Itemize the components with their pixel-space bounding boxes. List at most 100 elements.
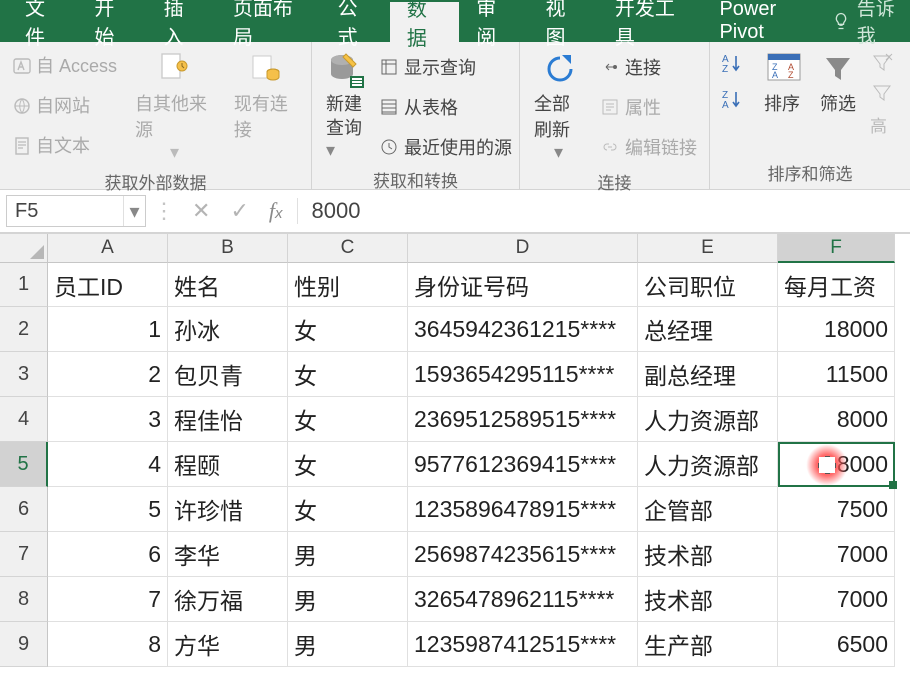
clear-filter-button[interactable] — [870, 52, 894, 72]
from-other-sources-button[interactable]: 自其他来源 ▾ — [129, 46, 220, 167]
colhead-D[interactable]: D — [408, 234, 638, 263]
sort-desc-button[interactable]: ZA — [720, 88, 748, 110]
advanced-filter-button[interactable]: 高 — [870, 112, 894, 137]
fx-button[interactable]: fx — [259, 198, 298, 224]
properties-button[interactable]: 属性 — [597, 92, 701, 122]
rowhead-9[interactable]: 9 — [0, 622, 48, 667]
rowhead-2[interactable]: 2 — [0, 307, 48, 352]
cell[interactable]: 1235987412515**** — [408, 622, 638, 667]
cell[interactable]: 男 — [288, 577, 408, 622]
select-all-corner[interactable] — [0, 234, 48, 263]
cell[interactable]: 副总经理 — [638, 352, 778, 397]
rowhead-3[interactable]: 3 — [0, 352, 48, 397]
cell[interactable]: 1235896478915**** — [408, 487, 638, 532]
cell[interactable]: 5 — [48, 487, 168, 532]
edit-links-button[interactable]: 编辑链接 — [597, 132, 701, 162]
colhead-E[interactable]: E — [638, 234, 778, 263]
cell[interactable]: 1 — [48, 307, 168, 352]
cell[interactable]: 孙冰 — [168, 307, 288, 352]
cell[interactable]: 企管部 — [638, 487, 778, 532]
tab-file[interactable]: 文件 — [8, 0, 77, 42]
from-text-button[interactable]: 自文本 — [8, 130, 121, 160]
rowhead-5[interactable]: 5 — [0, 442, 48, 487]
cell[interactable]: 徐万福 — [168, 577, 288, 622]
tell-me-search[interactable]: 告诉我 — [831, 0, 910, 42]
cell[interactable]: 8000 — [778, 397, 895, 442]
tab-developer[interactable]: 开发工具 — [598, 0, 703, 42]
cell[interactable]: 许珍惜 — [168, 487, 288, 532]
rowhead-6[interactable]: 6 — [0, 487, 48, 532]
cell[interactable]: 3 — [48, 397, 168, 442]
reapply-filter-button[interactable] — [870, 82, 894, 102]
connections-button[interactable]: 连接 — [597, 52, 701, 82]
rowhead-8[interactable]: 8 — [0, 577, 48, 622]
cell[interactable]: 人力资源部 — [638, 442, 778, 487]
cell[interactable]: 7000 — [778, 577, 895, 622]
rowhead-1[interactable]: 1 — [0, 263, 48, 307]
cell[interactable]: 程颐 — [168, 442, 288, 487]
new-query-button[interactable]: 新建 查询 ▾ — [320, 46, 368, 165]
from-web-button[interactable]: 自网站 — [8, 90, 121, 120]
cell[interactable]: 女 — [288, 397, 408, 442]
cell[interactable]: 女 — [288, 352, 408, 397]
cell[interactable]: 人力资源部 — [638, 397, 778, 442]
cell[interactable]: 3265478962115**** — [408, 577, 638, 622]
cell[interactable]: 8 — [48, 622, 168, 667]
cell[interactable]: 女 — [288, 487, 408, 532]
cell[interactable]: 6500 — [778, 622, 895, 667]
cell[interactable]: 18000 — [778, 307, 895, 352]
cell[interactable]: 公司职位 — [638, 263, 778, 307]
cell[interactable]: 11500 — [778, 352, 895, 397]
cell[interactable]: 7 — [48, 577, 168, 622]
name-box[interactable]: F5 ▾ — [6, 195, 146, 227]
cell[interactable]: 1593654295115**** — [408, 352, 638, 397]
tab-insert[interactable]: 插入 — [147, 0, 216, 42]
cell[interactable]: 生产部 — [638, 622, 778, 667]
cell[interactable]: 姓名 — [168, 263, 288, 307]
filter-button[interactable]: 筛选 — [814, 46, 862, 158]
cell[interactable]: 方华 — [168, 622, 288, 667]
cell[interactable]: 男 — [288, 532, 408, 577]
cell[interactable]: 7500 — [778, 487, 895, 532]
tab-review[interactable]: 审阅 — [459, 0, 528, 42]
tab-pagelayout[interactable]: 页面布局 — [216, 0, 321, 42]
spreadsheet-grid[interactable]: A B C D E F 1 员工ID 姓名 性别 身份证号码 公司职位 每月工资… — [0, 234, 910, 667]
cell[interactable]: 每月工资 — [778, 263, 895, 307]
colhead-A[interactable]: A — [48, 234, 168, 263]
cell[interactable]: 李华 — [168, 532, 288, 577]
cancel-button[interactable]: ✕ — [182, 198, 220, 224]
colhead-C[interactable]: C — [288, 234, 408, 263]
cell[interactable]: 6 — [48, 532, 168, 577]
cell[interactable]: 9577612369415**** — [408, 442, 638, 487]
cell[interactable]: 男 — [288, 622, 408, 667]
existing-connections-button[interactable]: 现有连接 — [228, 46, 303, 167]
from-access-button[interactable]: 自 Access — [8, 50, 121, 80]
cell[interactable]: 3645942361215**** — [408, 307, 638, 352]
tab-formulas[interactable]: 公式 — [321, 0, 390, 42]
colhead-F[interactable]: F — [778, 234, 895, 263]
sort-asc-button[interactable]: AZ — [720, 52, 748, 74]
sort-button[interactable]: ZAAZ 排序 — [758, 46, 806, 158]
tab-data[interactable]: 数据 — [390, 2, 459, 42]
cell[interactable]: 身份证号码 — [408, 263, 638, 307]
cell[interactable]: 员工ID — [48, 263, 168, 307]
name-box-dropdown-icon[interactable]: ▾ — [123, 196, 145, 226]
cell[interactable]: 2 — [48, 352, 168, 397]
rowhead-4[interactable]: 4 — [0, 397, 48, 442]
cell[interactable]: 包贝青 — [168, 352, 288, 397]
recent-sources-button[interactable]: 最近使用的源 — [376, 132, 516, 162]
cell[interactable]: 程佳怡 — [168, 397, 288, 442]
from-table-button[interactable]: 从表格 — [376, 92, 516, 122]
enter-button[interactable]: ✓ — [220, 198, 258, 224]
cell[interactable]: 技术部 — [638, 577, 778, 622]
cell[interactable]: 2369512589515**** — [408, 397, 638, 442]
cell[interactable]: 女 — [288, 307, 408, 352]
cell[interactable]: 7000 — [778, 532, 895, 577]
cell[interactable]: 技术部 — [638, 532, 778, 577]
formula-input[interactable]: 8000 — [298, 198, 910, 224]
colhead-B[interactable]: B — [168, 234, 288, 263]
tab-view[interactable]: 视图 — [529, 0, 598, 42]
rowhead-7[interactable]: 7 — [0, 532, 48, 577]
cell[interactable]: 8000 — [778, 442, 895, 487]
tab-home[interactable]: 开始 — [77, 0, 146, 42]
